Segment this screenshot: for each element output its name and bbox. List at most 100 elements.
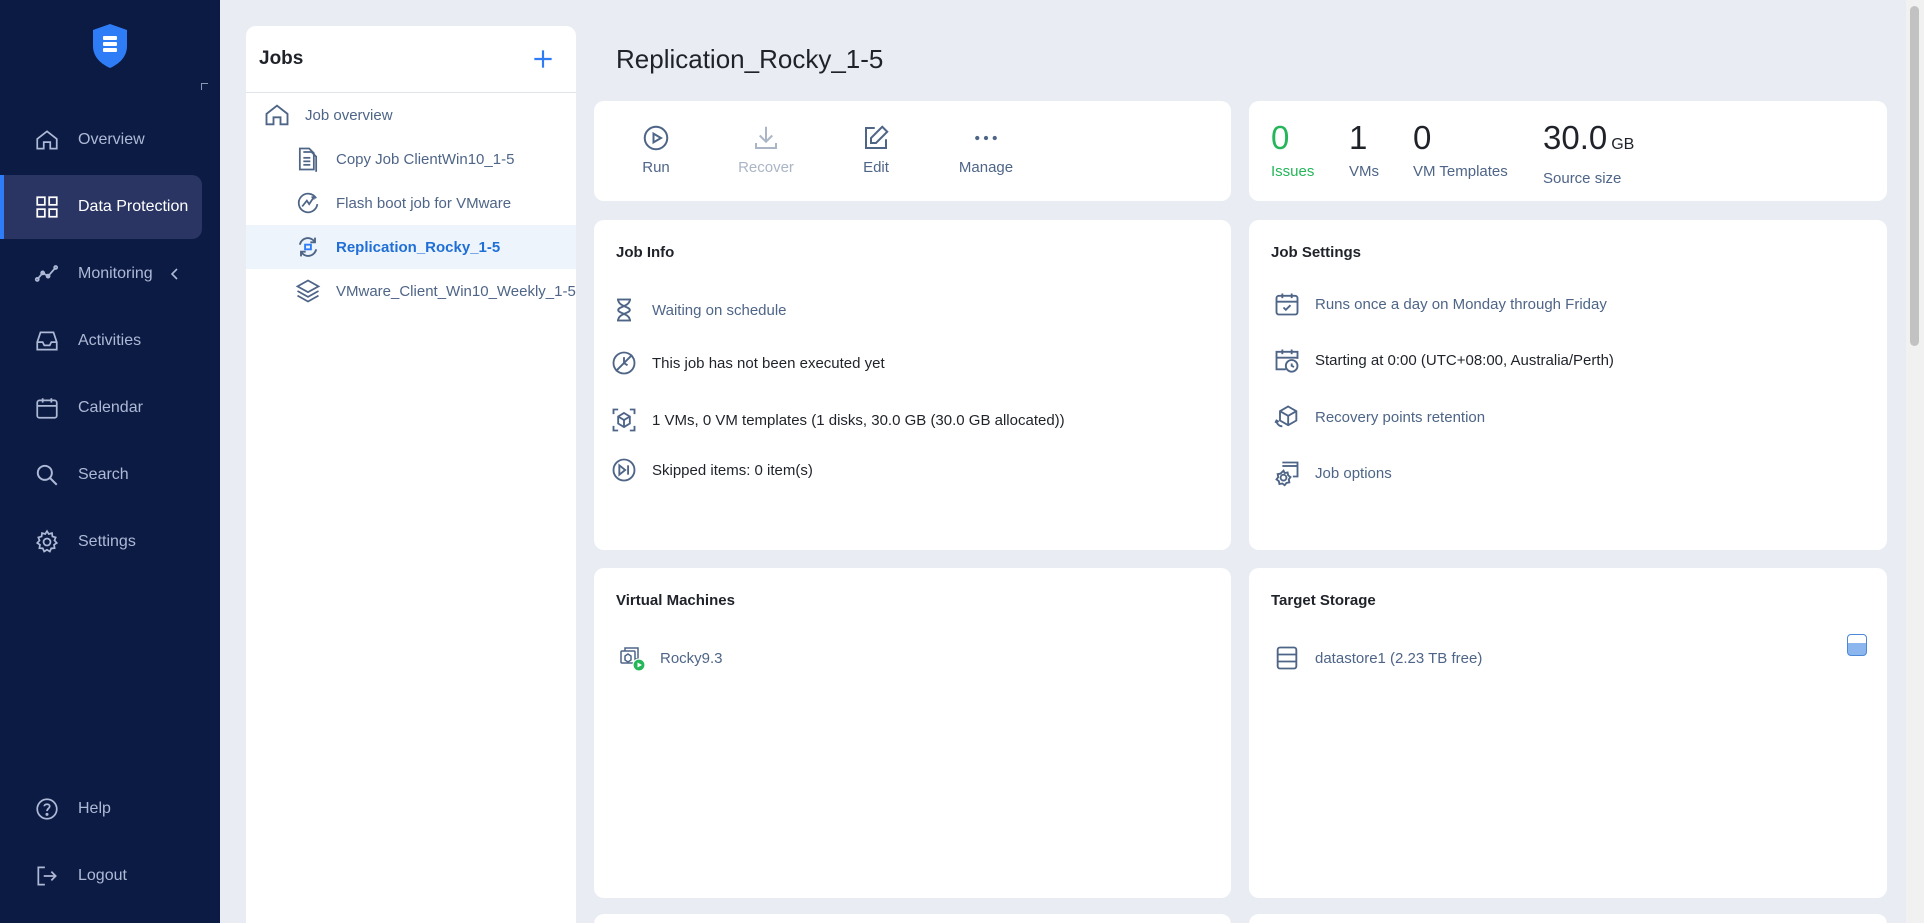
job-options-text: Job options	[1315, 464, 1392, 482]
actions-toolbar: Run Recover Edit Manage	[594, 101, 1231, 201]
job-item-label: Replication_Rocky_1-5	[336, 238, 501, 256]
edit-button[interactable]: Edit	[831, 123, 921, 176]
collapse-sidebar-handle[interactable]	[201, 83, 208, 90]
nav-logout[interactable]: Logout	[0, 844, 202, 908]
job-item[interactable]: VMware_Client_Win10_Weekly_1-5	[246, 269, 576, 313]
calendar-clock-icon	[1275, 349, 1299, 373]
jobs-panel: Jobs Job overview Copy Job ClientWin10_1…	[246, 26, 576, 923]
job-item-label: Copy Job ClientWin10_1-5	[336, 150, 515, 168]
stat-issues-value: 0	[1271, 119, 1290, 156]
job-item[interactable]: Flash boot job for VMware	[246, 181, 576, 225]
shield-logo-icon	[93, 24, 127, 68]
nav-monitoring-label: Monitoring	[78, 265, 153, 282]
inbox-icon	[36, 331, 58, 351]
stat-source-size-label: Source size	[1543, 170, 1622, 187]
stat-vms-value: 1	[1349, 119, 1368, 156]
job-overview-item[interactable]: Job overview	[246, 93, 576, 137]
job-objects-text: 1 VMs, 0 VM templates (1 disks, 30.0 GB …	[652, 411, 1065, 429]
scrollbar-thumb[interactable]	[1910, 6, 1919, 346]
job-last-run-text: This job has not been executed yet	[652, 354, 885, 372]
recover-button[interactable]: Recover	[721, 123, 811, 176]
schedule-text: Runs once a day on Monday through Friday	[1315, 295, 1607, 313]
job-item-selected[interactable]: Replication_Rocky_1-5	[246, 225, 576, 269]
sidebar: Overview Data Protection Monitoring Acti…	[0, 0, 220, 923]
trend-line-icon	[34, 265, 59, 282]
replication-icon	[298, 237, 318, 257]
next-card-left	[594, 914, 1231, 923]
job-settings-title: Job Settings	[1271, 244, 1362, 261]
add-job-button[interactable]	[530, 46, 556, 72]
nav-help[interactable]: Help	[0, 777, 202, 841]
stat-vms-label: VMs	[1349, 163, 1379, 180]
job-item-label: VMware_Client_Win10_Weekly_1-5	[336, 282, 576, 300]
stat-issues-label: Issues	[1271, 163, 1315, 180]
nav-search-label: Search	[78, 466, 129, 483]
job-skipped-text: Skipped items: 0 item(s)	[652, 461, 813, 479]
manage-label: Manage	[958, 159, 1014, 176]
vm-item-label: Rocky9.3	[660, 649, 723, 667]
next-card-right	[1249, 914, 1887, 923]
nav-logout-label: Logout	[78, 867, 127, 884]
target-storage-title: Target Storage	[1271, 592, 1376, 609]
nav-search[interactable]: Search	[0, 443, 202, 507]
home-icon	[265, 104, 289, 126]
stat-vm-templates-value: 0	[1413, 119, 1432, 156]
job-status-link[interactable]: Waiting on schedule	[610, 296, 787, 324]
datastore-icon	[1276, 646, 1298, 670]
job-overview-label: Job overview	[305, 106, 393, 124]
jobs-header: Jobs	[246, 26, 576, 93]
start-time-text: Starting at 0:00 (UTC+08:00, Australia/P…	[1315, 351, 1614, 369]
job-stats: 0 Issues 1 VMs 0 VM Templates 30.0 GB Sou…	[1249, 101, 1887, 201]
stat-source-size-value: 30.0 GB	[1543, 118, 1634, 165]
search-icon	[36, 464, 58, 486]
page-scrollbar[interactable]	[1906, 0, 1924, 923]
job-settings-card: Job Settings Runs once a day on Monday t…	[1249, 220, 1887, 550]
copy-job-icon	[298, 147, 318, 172]
schedule-link[interactable]: Runs once a day on Monday through Friday	[1273, 290, 1607, 318]
vm-item[interactable]: Rocky9.3	[618, 644, 723, 672]
calendar-icon	[36, 398, 58, 419]
source-size-number: 30.0	[1543, 119, 1608, 156]
virtual-machines-card: Virtual Machines Rocky9.3	[594, 568, 1231, 898]
help-icon	[36, 798, 58, 820]
nav-monitoring[interactable]: Monitoring	[0, 242, 202, 306]
storage-item[interactable]: datastore1 (2.23 TB free)	[1273, 644, 1482, 672]
nav-activities[interactable]: Activities	[0, 309, 202, 373]
nav-calendar[interactable]: Calendar	[0, 376, 202, 440]
nav-settings[interactable]: Settings	[0, 510, 202, 574]
stat-vms: 1 VMs	[1349, 118, 1379, 180]
stat-issues[interactable]: 0 Issues	[1271, 118, 1314, 180]
backup-job-icon	[295, 279, 321, 303]
vm-objects-icon	[612, 408, 636, 432]
run-button[interactable]: Run	[611, 123, 701, 176]
retention-text: Recovery points retention	[1315, 408, 1486, 426]
play-circle-icon	[643, 125, 669, 151]
nav-overview-label: Overview	[78, 131, 145, 148]
retention-link[interactable]: Recovery points retention	[1273, 403, 1485, 431]
more-horizontal-icon	[975, 135, 997, 141]
page-title: Replication_Rocky_1-5	[616, 44, 884, 74]
nav-activities-label: Activities	[78, 332, 142, 349]
skip-circle-icon	[612, 458, 636, 482]
edit-label: Edit	[863, 159, 889, 176]
job-options-link[interactable]: Job options	[1273, 459, 1392, 487]
chevron-left-icon[interactable]	[169, 268, 181, 280]
gear-icon	[35, 529, 59, 553]
vm-running-icon	[620, 647, 646, 672]
nav-data-protection[interactable]: Data Protection	[0, 175, 202, 239]
clock-off-icon	[612, 351, 636, 375]
nav-overview[interactable]: Overview	[0, 108, 202, 172]
job-info-card: Job Info Waiting on schedule This job ha…	[594, 220, 1231, 550]
nav-data-protection-label: Data Protection	[78, 198, 189, 215]
recover-label: Recover	[738, 159, 794, 176]
manage-button[interactable]: Manage	[941, 123, 1031, 176]
job-skipped: Skipped items: 0 item(s)	[610, 456, 813, 484]
virtual-machines-title: Virtual Machines	[616, 592, 735, 609]
nav-help-label: Help	[78, 800, 111, 817]
job-item[interactable]: Copy Job ClientWin10_1-5	[246, 137, 576, 181]
job-last-run: This job has not been executed yet	[610, 349, 885, 377]
stat-vm-templates-label: VM Templates	[1413, 163, 1508, 180]
nav-settings-label: Settings	[78, 533, 136, 550]
storage-usage-indicator[interactable]	[1847, 634, 1867, 656]
job-status-text: Waiting on schedule	[652, 301, 787, 319]
